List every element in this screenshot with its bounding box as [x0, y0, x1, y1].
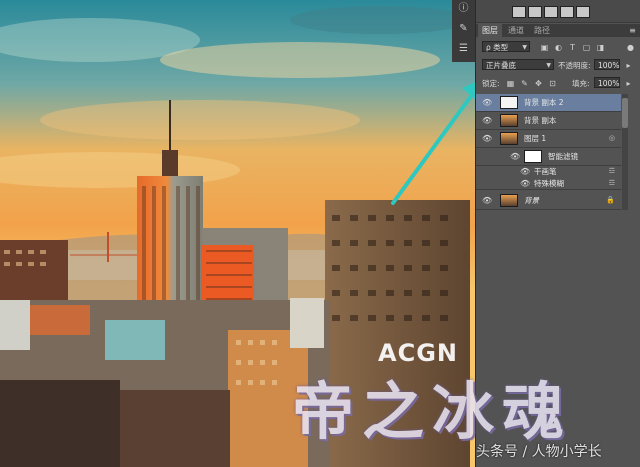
kind-filter-label: ρ 类型 — [486, 43, 509, 52]
eye-icon[interactable]: 👁 — [482, 134, 492, 144]
layer-name: 特殊模糊 — [534, 179, 564, 188]
brush-icon[interactable]: ✎ — [456, 22, 471, 35]
settings-sliders-icon[interactable]: ☰ — [456, 42, 471, 55]
eye-icon[interactable]: 👁 — [482, 98, 492, 108]
layer-row[interactable]: 👁 特殊模糊 ☲ — [476, 178, 621, 190]
smart-filter-icon[interactable]: ◨ — [596, 43, 605, 52]
exposure-icon[interactable] — [544, 6, 558, 18]
filter-options-icon[interactable]: ☲ — [609, 167, 615, 175]
adjustments-row — [476, 0, 640, 23]
layer-row[interactable]: 👁 智能滤镜 — [476, 148, 621, 166]
layer-thumbnail — [500, 132, 518, 145]
eye-icon[interactable]: 👁 — [520, 167, 530, 177]
gradient-map-icon[interactable] — [560, 6, 574, 18]
layer-name: 背景 — [524, 196, 539, 205]
lock-icon: 🔒 — [606, 196, 615, 204]
layer-name: 智能滤镜 — [548, 152, 578, 161]
watermark: ACGN 帝之冰魂 头条号 / 人物小学长 — [280, 335, 620, 467]
filter-mask-thumbnail — [524, 150, 542, 163]
lock-transparent-icon[interactable]: ▦ — [506, 79, 515, 88]
type-filter-icon[interactable]: T — [568, 43, 577, 52]
levels-icon[interactable] — [512, 6, 526, 18]
layer-row[interactable]: 👁 干画笔 ☲ — [476, 166, 621, 178]
tab-paths[interactable]: 路径 — [530, 24, 554, 37]
layer-thumbnail — [500, 114, 518, 127]
layer-name: 背景 副本 2 — [524, 98, 564, 107]
lock-pixels-icon[interactable]: ✎ — [520, 79, 529, 88]
layers-scrollbar[interactable] — [622, 94, 628, 210]
tab-channels[interactable]: 通道 — [504, 24, 528, 37]
layer-row[interactable]: 👁 图层 1 ◎ — [476, 130, 621, 148]
opacity-value: 100% — [598, 61, 620, 70]
info-icon[interactable]: ⓘ — [456, 2, 471, 15]
color-balance-icon[interactable] — [576, 6, 590, 18]
eye-icon[interactable]: 👁 — [482, 116, 492, 126]
filter-toggle-icon[interactable]: ● — [626, 43, 635, 52]
opacity-label: 不透明度: — [558, 61, 591, 70]
eye-icon[interactable]: 👁 — [510, 152, 520, 162]
panel-menu-icon[interactable]: ≡ — [628, 26, 637, 35]
lock-all-icon[interactable]: ⊡ — [548, 79, 557, 88]
lock-row: 锁定: ▦ ✎ ✥ ⊡ 填充: 100% ▸ — [476, 76, 640, 90]
fill-arrow-icon[interactable]: ▸ — [624, 79, 633, 88]
layer-row[interactable]: 👁 背景 副本 2 — [476, 94, 621, 112]
layer-thumbnail — [500, 194, 518, 207]
layer-thumbnail — [500, 96, 518, 109]
layer-row[interactable]: 👁 背景 🔒 — [476, 192, 621, 210]
eye-icon[interactable]: 👁 — [482, 196, 492, 206]
layer-name: 背景 副本 — [524, 116, 557, 125]
chevron-down-icon: ▼ — [546, 62, 551, 69]
filter-options-icon[interactable]: ☲ — [609, 179, 615, 187]
panel-tabs: 图层 通道 路径 ≡ — [476, 24, 640, 37]
eye-icon[interactable]: 👁 — [520, 179, 530, 189]
kind-filter-select[interactable]: ρ 类型 ▼ — [482, 41, 530, 52]
watermark-credit: 头条号 / 人物小学长 — [476, 444, 602, 460]
pixel-filter-icon[interactable]: ▣ — [540, 43, 549, 52]
filter-row: ρ 类型 ▼ ▣ ◐ T ▢ ◨ ● — [476, 40, 640, 54]
opacity-arrow-icon[interactable]: ▸ — [624, 61, 633, 70]
fill-value: 100% — [598, 79, 620, 88]
scrollbar-thumb[interactable] — [622, 98, 628, 128]
blend-mode-value: 正片叠底 — [486, 61, 516, 70]
fill-field[interactable]: 100% — [594, 77, 620, 88]
blend-row: 正片叠底 ▼ 不透明度: 100% ▸ — [476, 58, 640, 72]
blend-mode-select[interactable]: 正片叠底 ▼ — [482, 59, 554, 70]
layers-list: 👁 背景 副本 2 👁 背景 副本 👁 图层 1 ◎ 👁 智能滤镜 👁 干画笔 … — [476, 94, 640, 214]
lock-position-icon[interactable]: ✥ — [534, 79, 543, 88]
layer-row[interactable]: 👁 背景 副本 — [476, 112, 621, 130]
layer-name: 干画笔 — [534, 167, 557, 176]
curves-icon[interactable] — [528, 6, 542, 18]
watermark-logo: 帝之冰魂 — [292, 375, 573, 448]
adjust-filter-icon[interactable]: ◐ — [554, 43, 563, 52]
fill-label: 填充: — [572, 79, 590, 88]
layer-name: 图层 1 — [524, 134, 547, 143]
chevron-down-icon: ▼ — [522, 44, 527, 51]
opacity-field[interactable]: 100% — [594, 59, 620, 70]
tab-layers[interactable]: 图层 — [478, 24, 502, 37]
lock-label: 锁定: — [482, 79, 500, 88]
smart-object-icon: ◎ — [608, 134, 615, 142]
tool-strip: ⓘ ✎ ☰ — [452, 0, 476, 62]
shape-filter-icon[interactable]: ▢ — [582, 43, 591, 52]
